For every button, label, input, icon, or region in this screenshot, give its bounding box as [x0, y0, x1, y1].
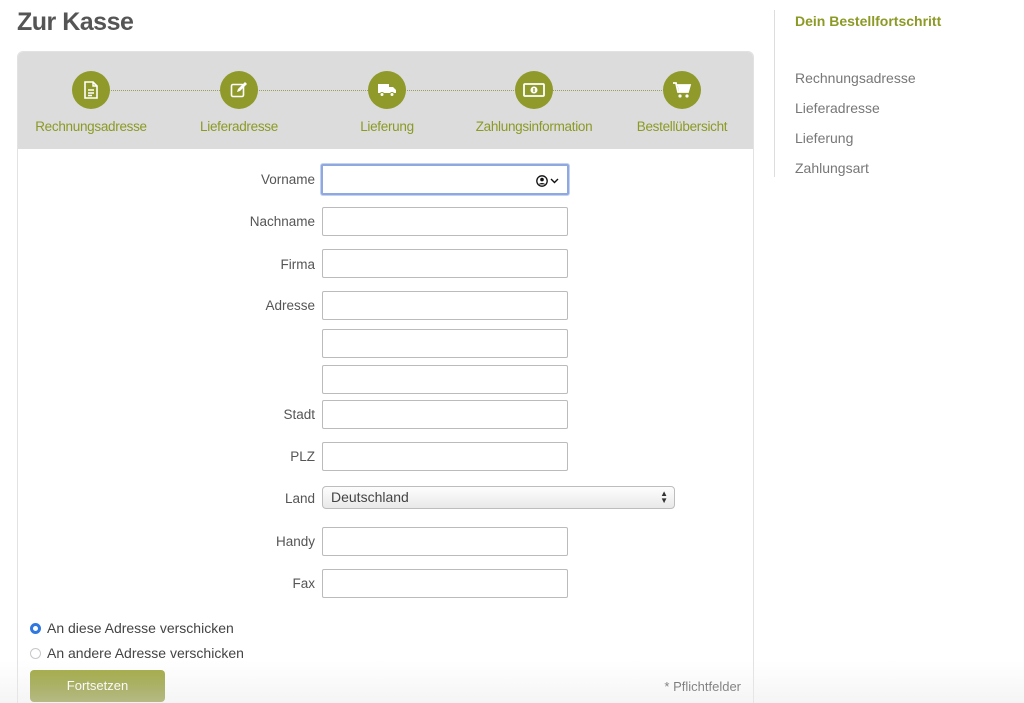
progress-item-lieferung[interactable]: Lieferung — [795, 130, 853, 146]
step-label: Rechnungsadresse — [35, 119, 147, 134]
ship-same-address-option[interactable]: An diese Adresse verschicken — [30, 620, 234, 636]
ship-same-address-label: An diese Adresse verschicken — [47, 620, 234, 636]
document-icon — [72, 71, 110, 109]
order-progress-sidebar: Dein Bestellfortschritt Rechnungsadresse… — [774, 10, 1014, 177]
step-label: Zahlungsinformation — [475, 119, 593, 134]
adresse-line1-input[interactable] — [322, 291, 568, 320]
handy-input[interactable] — [322, 527, 568, 556]
nachname-input[interactable] — [322, 207, 568, 236]
continue-button[interactable]: Fortsetzen — [30, 670, 165, 702]
firma-input[interactable] — [322, 249, 568, 278]
contact-autofill-icon[interactable] — [536, 174, 560, 188]
money-icon — [515, 71, 553, 109]
adresse-label: Adresse — [265, 298, 315, 313]
nachname-label: Nachname — [249, 214, 315, 229]
cart-icon — [663, 71, 701, 109]
progress-item-lieferadresse[interactable]: Lieferadresse — [795, 100, 880, 116]
step-lieferadresse[interactable]: Lieferadresse — [164, 71, 314, 134]
progress-item-zahlungsart[interactable]: Zahlungsart — [795, 160, 869, 176]
fax-input[interactable] — [322, 569, 568, 598]
step-zahlungsinformation[interactable]: Zahlungsinformation — [459, 71, 609, 134]
step-bestelluebersicht[interactable]: Bestellübersicht — [607, 71, 753, 134]
radio-selected[interactable] — [30, 622, 41, 634]
progress-item-rechnungsadresse[interactable]: Rechnungsadresse — [795, 70, 916, 86]
required-fields-note: * Pflichtfelder — [664, 679, 741, 694]
land-select-value: Deutschland — [331, 489, 409, 505]
ship-other-address-label: An andere Adresse verschicken — [47, 645, 244, 661]
fax-label: Fax — [292, 576, 315, 591]
adresse-line3-input[interactable] — [322, 365, 568, 394]
checkout-panel: Rechnungsadresse Lieferadresse Lieferung… — [17, 51, 754, 703]
truck-icon — [368, 71, 406, 109]
land-select[interactable]: Deutschland ▲ ▼ — [322, 486, 675, 509]
edit-icon — [220, 71, 258, 109]
progress-title: Dein Bestellfortschritt — [795, 13, 942, 29]
plz-input[interactable] — [322, 442, 568, 471]
step-label: Lieferadresse — [200, 119, 278, 134]
page-title: Zur Kasse — [17, 8, 134, 36]
step-rechnungsadresse[interactable]: Rechnungsadresse — [18, 71, 166, 134]
step-label: Lieferung — [360, 119, 414, 134]
handy-label: Handy — [275, 534, 315, 549]
step-lieferung[interactable]: Lieferung — [312, 71, 462, 134]
vorname-label: Vorname — [260, 172, 315, 187]
adresse-line2-input[interactable] — [322, 329, 568, 358]
land-label: Land — [284, 491, 315, 506]
stadt-input[interactable] — [322, 400, 568, 429]
ship-other-address-option[interactable]: An andere Adresse verschicken — [30, 645, 244, 661]
step-label: Bestellübersicht — [636, 119, 728, 134]
firma-label: Firma — [280, 257, 316, 272]
checkout-steps: Rechnungsadresse Lieferadresse Lieferung… — [18, 52, 753, 149]
stadt-label: Stadt — [283, 407, 315, 422]
radio-unselected[interactable] — [30, 647, 41, 659]
vorname-input[interactable] — [321, 164, 569, 195]
plz-label: PLZ — [290, 449, 315, 464]
select-arrows-icon: ▲ ▼ — [660, 489, 668, 505]
